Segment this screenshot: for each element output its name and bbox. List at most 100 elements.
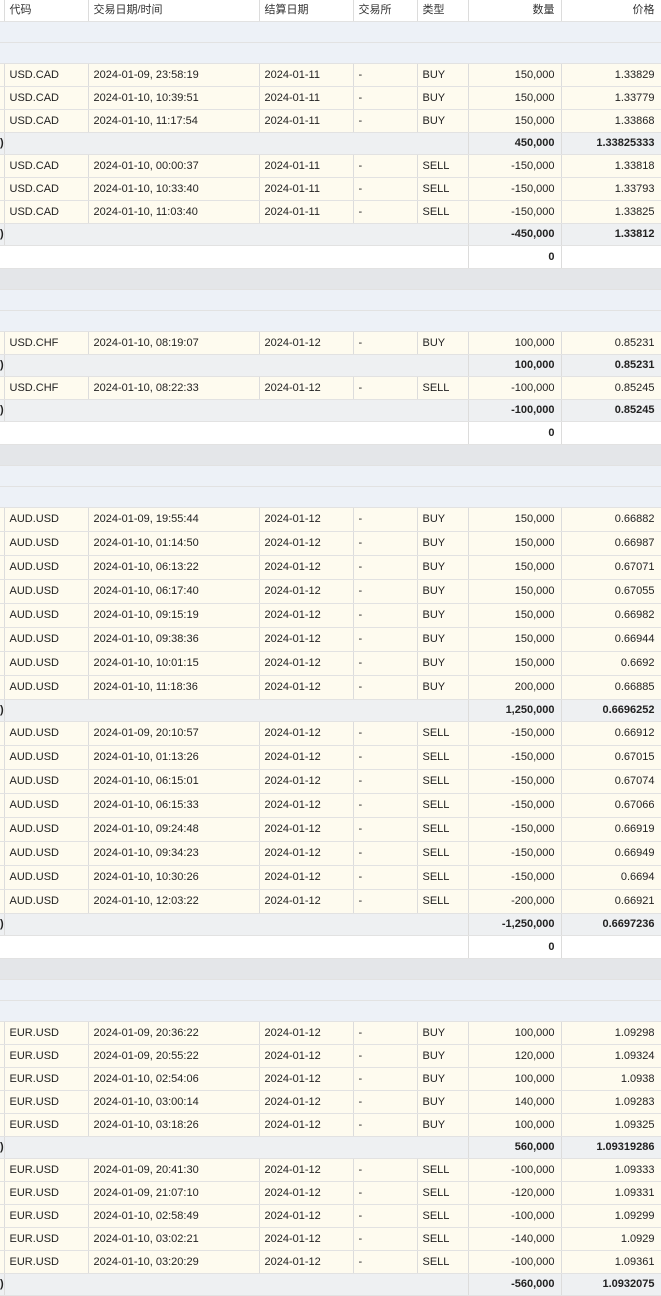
- trade-row[interactable]: AUD.USD 2024-01-09, 19:55:44 2024-01-12- BU…: [0, 507, 661, 532]
- net-filler: [0, 245, 469, 269]
- cell-datetime: 2024-01-10, 06:13:22: [88, 555, 260, 580]
- table-body: USD.CAD 2024-01-09, 23:58:19 2024-01-11- BU…: [0, 21, 661, 1296]
- cell-quantity: 140,000: [468, 1090, 562, 1114]
- cell-datetime: 2024-01-10, 06:17:40: [88, 579, 260, 604]
- cell-quantity: -100,000: [468, 376, 562, 400]
- cell-price: 1.33818: [561, 154, 661, 178]
- cell-quantity: -150,000: [468, 817, 562, 842]
- trade-row[interactable]: AUD.USD 2024-01-10, 09:15:19 2024-01-12- BU…: [0, 603, 661, 628]
- cell-symbol: AUD.USD: [4, 793, 89, 818]
- cell-datetime: 2024-01-10, 11:17:54: [88, 109, 260, 133]
- cell-quantity: -200,000: [468, 889, 562, 914]
- trade-row[interactable]: AUD.USD 2024-01-10, 01:14:50 2024-01-12- BU…: [0, 531, 661, 556]
- trade-row[interactable]: USD.CHF 2024-01-10, 08:22:33 2024-01-12- SE…: [0, 376, 661, 400]
- cell-symbol: AUD.USD: [4, 865, 89, 890]
- cell-exchange: -: [353, 1021, 418, 1045]
- cell-datetime: 2024-01-10, 12:03:22: [88, 889, 260, 914]
- trade-row[interactable]: AUD.USD 2024-01-10, 06:17:40 2024-01-12- BU…: [0, 579, 661, 604]
- total-marker: ): [0, 699, 5, 722]
- cell-exchange: -: [353, 841, 418, 866]
- cell-datetime: 2024-01-10, 09:34:23: [88, 841, 260, 866]
- trade-row[interactable]: AUD.USD 2024-01-10, 09:34:23 2024-01-12- SE…: [0, 841, 661, 866]
- trade-row[interactable]: AUD.USD 2024-01-10, 06:13:22 2024-01-12- BU…: [0, 555, 661, 580]
- trade-row[interactable]: AUD.USD 2024-01-10, 09:24:48 2024-01-12- SE…: [0, 817, 661, 842]
- cell-type: SELL: [417, 1158, 469, 1182]
- cell-settle-date: 2024-01-12: [259, 579, 354, 604]
- header-exchange[interactable]: 交易所: [353, 0, 418, 22]
- cell-type: SELL: [417, 1181, 469, 1205]
- trade-row[interactable]: USD.CAD 2024-01-10, 10:33:40 2024-01-11- SE…: [0, 177, 661, 201]
- cell-type: BUY: [417, 1021, 469, 1045]
- trade-row[interactable]: AUD.USD 2024-01-10, 06:15:33 2024-01-12- SE…: [0, 793, 661, 818]
- cell-type: BUY: [417, 675, 469, 700]
- trade-row[interactable]: AUD.USD 2024-01-10, 10:01:15 2024-01-12- BU…: [0, 651, 661, 676]
- cell-price: 0.6694: [561, 865, 661, 890]
- total-filler: [4, 132, 469, 155]
- net-quantity-row: 0: [0, 421, 661, 445]
- trade-row[interactable]: EUR.USD 2024-01-09, 20:36:22 2024-01-12- BU…: [0, 1021, 661, 1045]
- trade-row[interactable]: EUR.USD 2024-01-10, 03:20:29 2024-01-12- SE…: [0, 1250, 661, 1274]
- cell-datetime: 2024-01-09, 20:36:22: [88, 1021, 260, 1045]
- header-type[interactable]: 类型: [417, 0, 469, 22]
- trade-row[interactable]: EUR.USD 2024-01-09, 20:41:30 2024-01-12- SE…: [0, 1158, 661, 1182]
- cell-type: SELL: [417, 200, 469, 224]
- trade-row[interactable]: AUD.USD 2024-01-10, 09:38:36 2024-01-12- BU…: [0, 627, 661, 652]
- cell-symbol: AUD.USD: [4, 721, 89, 746]
- cell-exchange: -: [353, 376, 418, 400]
- net-price: [561, 421, 661, 445]
- trade-row[interactable]: AUD.USD 2024-01-10, 06:15:01 2024-01-12- SE…: [0, 769, 661, 794]
- net-quantity-row: 0: [0, 935, 661, 959]
- trade-row[interactable]: EUR.USD 2024-01-10, 03:18:26 2024-01-12- BU…: [0, 1113, 661, 1137]
- total-quantity: -560,000: [468, 1273, 562, 1296]
- cell-quantity: 100,000: [468, 1113, 562, 1137]
- cell-exchange: -: [353, 200, 418, 224]
- buy-total-row: ) 1,250,000 0.6696252: [0, 699, 661, 722]
- total-quantity: -100,000: [468, 399, 562, 422]
- header-quantity[interactable]: 数量: [468, 0, 562, 22]
- trade-row[interactable]: EUR.USD 2024-01-10, 02:54:06 2024-01-12- BU…: [0, 1067, 661, 1091]
- cell-datetime: 2024-01-10, 09:38:36: [88, 627, 260, 652]
- cell-exchange: -: [353, 1158, 418, 1182]
- header-price[interactable]: 价格: [561, 0, 661, 22]
- trade-row[interactable]: AUD.USD 2024-01-09, 20:10:57 2024-01-12- SE…: [0, 721, 661, 746]
- cell-settle-date: 2024-01-12: [259, 331, 354, 355]
- trade-row[interactable]: EUR.USD 2024-01-09, 20:55:22 2024-01-12- BU…: [0, 1044, 661, 1068]
- cell-quantity: -150,000: [468, 177, 562, 201]
- trade-row[interactable]: USD.CHF 2024-01-10, 08:19:07 2024-01-12- BU…: [0, 331, 661, 355]
- trade-row[interactable]: AUD.USD 2024-01-10, 12:03:22 2024-01-12- SE…: [0, 889, 661, 914]
- trade-row[interactable]: EUR.USD 2024-01-10, 02:58:49 2024-01-12- SE…: [0, 1204, 661, 1228]
- cell-price: 1.0929: [561, 1227, 661, 1251]
- trade-row[interactable]: AUD.USD 2024-01-10, 01:13:26 2024-01-12- SE…: [0, 745, 661, 770]
- trade-row[interactable]: USD.CAD 2024-01-10, 11:03:40 2024-01-11- SE…: [0, 200, 661, 224]
- cell-settle-date: 2024-01-12: [259, 1250, 354, 1274]
- cell-price: 1.09333: [561, 1158, 661, 1182]
- trade-row[interactable]: EUR.USD 2024-01-09, 21:07:10 2024-01-12- SE…: [0, 1181, 661, 1205]
- cell-quantity: 150,000: [468, 627, 562, 652]
- trade-row[interactable]: USD.CAD 2024-01-10, 00:00:37 2024-01-11- SE…: [0, 154, 661, 178]
- cell-exchange: -: [353, 721, 418, 746]
- cell-settle-date: 2024-01-12: [259, 1227, 354, 1251]
- total-filler: [4, 1273, 469, 1296]
- sell-total-row: ) -450,000 1.33812: [0, 223, 661, 246]
- cell-price: 1.33829: [561, 63, 661, 87]
- header-settle-date[interactable]: 结算日期: [259, 0, 354, 22]
- total-filler: [4, 1136, 469, 1159]
- group-spacer-cell: [0, 310, 661, 332]
- header-datetime[interactable]: 交易日期/时间: [88, 0, 260, 22]
- trade-row[interactable]: EUR.USD 2024-01-10, 03:00:14 2024-01-12- BU…: [0, 1090, 661, 1114]
- cell-type: SELL: [417, 721, 469, 746]
- cell-symbol: USD.CAD: [4, 109, 89, 133]
- cell-price: 1.33779: [561, 86, 661, 110]
- net-quantity-row: 0: [0, 245, 661, 269]
- group-spacer: [0, 42, 661, 64]
- trade-row[interactable]: AUD.USD 2024-01-10, 10:30:26 2024-01-12- SE…: [0, 865, 661, 890]
- trade-row[interactable]: AUD.USD 2024-01-10, 11:18:36 2024-01-12- BU…: [0, 675, 661, 700]
- group-spacer: [0, 486, 661, 508]
- total-marker: ): [0, 354, 5, 377]
- trade-row[interactable]: EUR.USD 2024-01-10, 03:02:21 2024-01-12- SE…: [0, 1227, 661, 1251]
- trade-row[interactable]: USD.CAD 2024-01-09, 23:58:19 2024-01-11- BU…: [0, 63, 661, 87]
- cell-settle-date: 2024-01-11: [259, 200, 354, 224]
- trade-row[interactable]: USD.CAD 2024-01-10, 11:17:54 2024-01-11- BU…: [0, 109, 661, 133]
- header-symbol[interactable]: 代码: [4, 0, 89, 22]
- trade-row[interactable]: USD.CAD 2024-01-10, 10:39:51 2024-01-11- BU…: [0, 86, 661, 110]
